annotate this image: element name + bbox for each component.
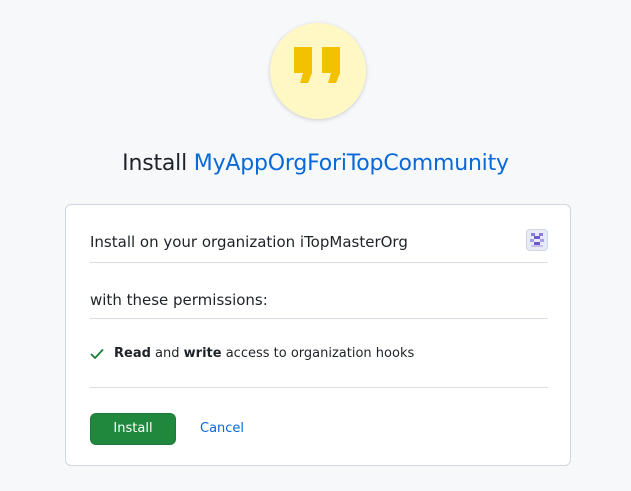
install-card: Install on your organization iTopMasterO… (65, 204, 571, 466)
permission-and: and (155, 346, 180, 361)
permission-write: write (183, 346, 222, 361)
quote-marks-icon (294, 47, 340, 83)
organization-row: Install on your organization iTopMasterO… (90, 229, 548, 263)
permissions-heading-row: with these permissions: (90, 288, 548, 319)
permission-item: Read and write access to organization ho… (90, 344, 548, 364)
app-name-link[interactable]: MyAppOrgForiTopCommunity (194, 151, 509, 176)
permission-text: Read and write access to organization ho… (114, 344, 414, 364)
check-icon (90, 349, 104, 359)
permissions-heading: with these permissions: (90, 291, 268, 309)
title-prefix: Install (122, 151, 187, 176)
permission-rest: access to organization hooks (225, 346, 415, 361)
actions-divider (90, 387, 548, 388)
permission-read: Read (114, 346, 151, 361)
install-button[interactable]: Install (90, 413, 176, 445)
page-title: Install MyAppOrgForiTopCommunity (0, 148, 631, 180)
cancel-link[interactable]: Cancel (200, 419, 244, 439)
org-avatar-icon (526, 229, 548, 251)
organization-label: Install on your organization iTopMasterO… (90, 233, 408, 251)
app-logo (270, 23, 366, 119)
